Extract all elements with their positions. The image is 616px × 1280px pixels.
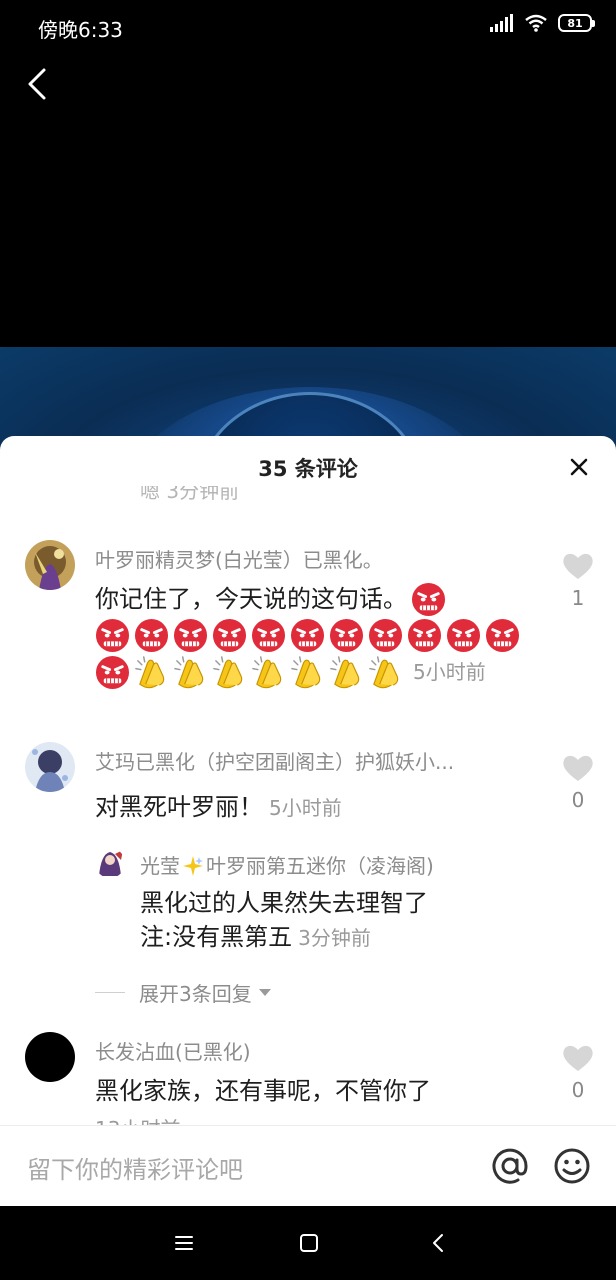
- status-icons: 81: [490, 14, 595, 32]
- like-count: 0: [571, 788, 585, 812]
- angry-face-emoji: [290, 618, 325, 653]
- comment-text-line1: 你记住了，今天说的这句话。: [95, 580, 520, 618]
- like-button[interactable]: 0: [562, 754, 594, 812]
- comment-time: 5小时前: [269, 796, 342, 820]
- battery-icon: 81: [558, 14, 595, 32]
- expand-replies-label: 展开3条回复: [139, 982, 252, 1006]
- divider: [95, 992, 125, 993]
- angry-face-emoji: [251, 618, 286, 653]
- clap-emoji: [213, 655, 243, 688]
- partial-comment-time: 嗯 3分钟前: [140, 486, 240, 502]
- at-icon[interactable]: [491, 1147, 529, 1185]
- comment-text: 你记住了，今天说的这句话。 5小时前: [95, 580, 520, 691]
- comment-list[interactable]: 嗯 3分钟前 叶罗丽精灵梦(白光莹）已黑化。 你记住了，今天说的这句话。 5小时…: [0, 486, 616, 1126]
- comment-text: 对黑死叶罗丽！ 5小时前: [95, 788, 342, 827]
- comment-username[interactable]: 长发沾血(已黑化): [95, 1036, 251, 1065]
- expand-replies-button[interactable]: 展开3条回复: [95, 978, 272, 1007]
- heart-icon: [563, 1045, 593, 1071]
- comment-body: 对黑死叶罗丽！: [95, 793, 263, 821]
- reply-time: 3分钟前: [298, 926, 371, 950]
- like-count: 0: [571, 1078, 585, 1102]
- wifi-icon: [525, 14, 547, 32]
- battery-level: 81: [567, 16, 583, 30]
- angry-face-emoji: [485, 618, 520, 653]
- avatar[interactable]: [25, 540, 75, 590]
- comment-body: 黑化家族，还有事呢，不管你了: [95, 1077, 431, 1105]
- comment-text: 黑化家族，还有事呢，不管你了 13小时前: [95, 1072, 431, 1126]
- angry-face-emoji: [95, 655, 130, 689]
- clap-emoji: [291, 655, 321, 688]
- comment-time: 13小时前: [95, 1110, 431, 1126]
- clap-emoji: [369, 655, 399, 688]
- angry-face-emoji: [212, 618, 247, 653]
- comment-username[interactable]: 叶罗丽精灵梦(白光莹）已黑化。: [95, 544, 383, 573]
- clap-emoji: [135, 655, 165, 688]
- menu-icon[interactable]: [171, 1230, 197, 1256]
- comment-count-title: 35 条评论: [258, 457, 358, 481]
- reply-username-b: 叶罗丽第五迷你（凌海阁): [206, 854, 434, 878]
- square-home-icon[interactable]: [296, 1230, 322, 1256]
- reply-text-line2: 注:没有黑第五: [140, 923, 293, 951]
- emoji-row: 5小时前: [95, 653, 520, 691]
- avatar[interactable]: [95, 848, 125, 878]
- reply-username[interactable]: 光莹 叶罗丽第五迷你（凌海阁): [140, 850, 434, 879]
- avatar[interactable]: [25, 742, 75, 792]
- back-arrow-icon[interactable]: [22, 66, 58, 102]
- angry-face-emoji: [446, 618, 481, 653]
- angry-face-emoji: [407, 618, 442, 653]
- clap-emoji: [174, 655, 204, 688]
- emoji-row: [95, 618, 520, 653]
- angry-face-emoji: [173, 618, 208, 653]
- comment-input-bar: 留下你的精彩评论吧: [0, 1125, 616, 1206]
- angry-face-emoji: [411, 582, 446, 616]
- signal-icon: [490, 14, 513, 32]
- comment-input[interactable]: 留下你的精彩评论吧: [27, 1150, 243, 1185]
- angry-face-emoji: [329, 618, 364, 653]
- comment-username[interactable]: 艾玛已黑化（护空团副阁主）护狐妖小...: [95, 746, 454, 775]
- nav-back-icon[interactable]: [426, 1230, 452, 1256]
- close-icon[interactable]: [568, 456, 590, 478]
- comment-time: 5小时前: [413, 660, 486, 684]
- caret-down-icon: [258, 988, 271, 996]
- sparkle-icon: [183, 856, 203, 876]
- angry-face-emoji: [134, 618, 169, 653]
- like-button[interactable]: 0: [562, 1044, 594, 1102]
- status-time: 傍晚6:33: [38, 18, 123, 42]
- reply-username-a: 光莹: [140, 854, 180, 878]
- like-button[interactable]: 1: [562, 552, 594, 610]
- avatar[interactable]: [25, 1032, 75, 1082]
- smiley-icon[interactable]: [553, 1147, 591, 1185]
- status-bar: 傍晚6:33 81: [0, 0, 616, 52]
- clap-emoji: [252, 655, 282, 688]
- angry-face-emoji: [95, 618, 130, 653]
- system-nav-bar: [0, 1206, 616, 1280]
- heart-icon: [563, 755, 593, 781]
- heart-icon: [563, 553, 593, 579]
- comment-body: 你记住了，今天说的这句话。: [95, 585, 407, 613]
- like-count: 1: [571, 586, 585, 610]
- clap-emoji: [330, 655, 360, 688]
- angry-face-emoji: [368, 618, 403, 653]
- reply-text-line1: 黑化过的人果然失去理智了: [140, 889, 428, 917]
- reply-text: 黑化过的人果然失去理智了 注:没有黑第五 3分钟前: [140, 886, 428, 955]
- comment-sheet: 35 条评论 嗯 3分钟前 叶罗丽精灵梦(白光莹）已黑化。 你记住了，今天说的这…: [0, 436, 616, 1206]
- reply-text-line2-wrap: 注:没有黑第五 3分钟前: [140, 920, 428, 955]
